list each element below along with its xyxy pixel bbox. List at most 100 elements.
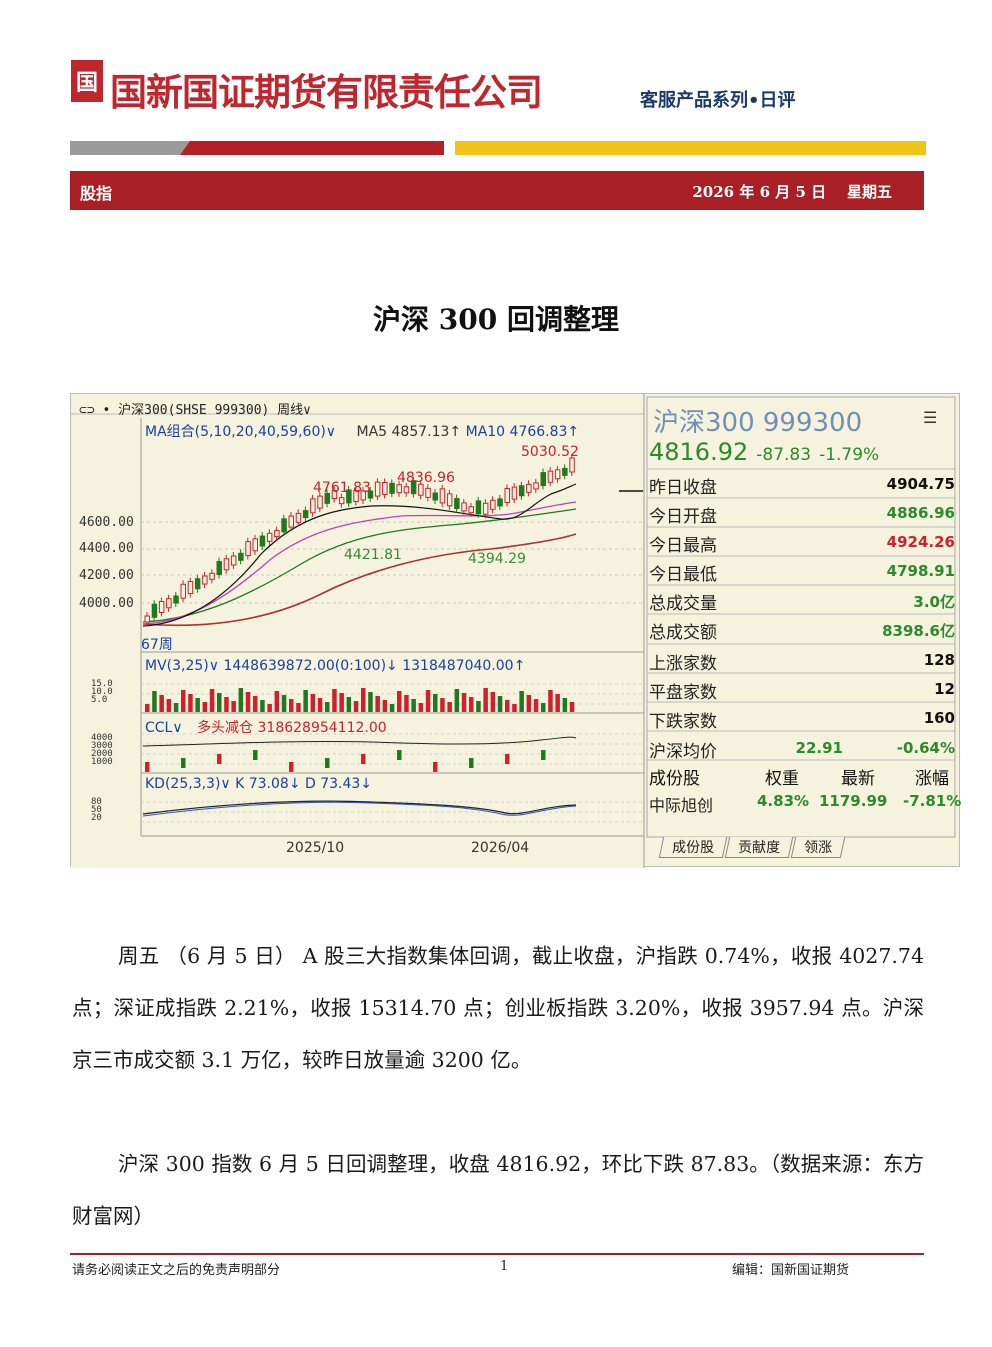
volume-bar: [454, 689, 460, 712]
volume-bar: [447, 702, 452, 712]
stock-panel: ⊂⊃ • 沪深300(SHSE 999300) 周线∨ MA组合(5,10,20…: [70, 393, 961, 868]
candle-body: [317, 495, 323, 509]
page-title: 沪深 300 回调整理: [373, 303, 619, 336]
candle-body: [475, 500, 482, 515]
volume-bar: [411, 699, 416, 712]
candle-body: [310, 498, 316, 514]
candle-body: [468, 506, 474, 514]
quote-row-value: 3.0亿: [913, 593, 955, 611]
volume-bar: [332, 689, 337, 712]
volume-bar: [562, 698, 568, 712]
candle-body: [209, 572, 215, 580]
volume-bar: [425, 690, 431, 712]
volume-bar: [541, 703, 546, 712]
candle-body: [166, 598, 172, 609]
avg-pct: -0.64%: [896, 739, 955, 757]
candle-body: [439, 488, 446, 504]
candle-body: [295, 512, 302, 523]
decor-stripe-yellow: [455, 141, 926, 155]
ccl-bar: [181, 758, 186, 768]
candle-body: [382, 481, 388, 495]
tab-leaders[interactable]: 领涨: [790, 837, 846, 858]
tab-constituents[interactable]: 成份股: [658, 837, 728, 858]
low-label: 4421.81: [344, 547, 402, 563]
chart-toolbar[interactable]: ⊂⊃ • 沪深300(SHSE 999300) 周线∨: [79, 399, 311, 418]
volume-bar: [217, 693, 222, 712]
candle-body: [504, 488, 510, 504]
volume-bar: [274, 691, 280, 712]
candle-body: [432, 492, 438, 501]
quote-row-value: 12: [934, 680, 955, 698]
volume-bar: [159, 695, 164, 712]
volume-bar: [325, 702, 330, 712]
ccl-bar: [217, 754, 222, 764]
candle-body: [526, 483, 532, 493]
volume-bar: [346, 697, 352, 712]
volume-bar: [260, 700, 265, 712]
volume-bar: [461, 693, 467, 712]
ma-combo-label[interactable]: MA组合(5,10,20,40,59,60)∨: [145, 424, 336, 440]
avg-price: 22.91: [795, 739, 843, 757]
volume-bar: [152, 691, 157, 712]
volume-bar: [483, 688, 488, 712]
quote-row-label: 总成交量: [649, 594, 717, 614]
candle-body: [288, 515, 294, 528]
ccl-ticks: 4000 3000 2000 1000: [91, 733, 113, 767]
ccl-bar: [325, 758, 330, 768]
ma10-value: MA10 4766.83↑: [465, 424, 580, 440]
volume-bar: [303, 690, 308, 712]
list-icon[interactable]: ☰: [923, 408, 937, 427]
footer-disclaimer: 请务必阅读正文之后的免责声明部分: [72, 1263, 281, 1278]
tab-contribution[interactable]: 贡献度: [724, 837, 794, 858]
candle-body: [446, 493, 453, 507]
x-tick: 2026/04: [471, 840, 530, 856]
candle-body: [389, 482, 395, 494]
volume-bar: [202, 702, 208, 712]
quote-row-label: 今日最高: [649, 536, 717, 556]
volume-bar: [548, 690, 553, 712]
ccl-bar: [505, 754, 510, 764]
quote-row-value: 8398.6亿: [882, 622, 955, 640]
candle-body: [259, 535, 266, 547]
volume-bar: [497, 696, 503, 712]
candle-body: [274, 530, 280, 538]
quote-row-label: 总成交额: [649, 623, 717, 643]
candle-body: [511, 486, 518, 500]
candle-body: [569, 457, 575, 473]
candle-body: [245, 541, 251, 557]
candle-body: [223, 558, 230, 571]
candle-body: [252, 538, 258, 552]
candle-body: [187, 581, 194, 595]
quote-tabs: 成份股 贡献度 领涨: [658, 837, 846, 858]
y-tick: 4400.00: [79, 541, 134, 556]
ccl-bar: [433, 762, 438, 772]
kd-indicator-label[interactable]: KD(25,3,3)∨ K 73.08↓ D 73.43↓: [145, 776, 372, 792]
ccl-bar: [397, 750, 402, 760]
quote-row-value: 4924.26: [886, 533, 955, 551]
candle-body: [216, 561, 222, 576]
ccl-label[interactable]: CCL∨: [145, 720, 183, 736]
volume-bar: [166, 699, 172, 712]
quote-pct: -1.79%: [819, 445, 880, 465]
volume-bar: [195, 698, 200, 712]
candle-body: [403, 486, 410, 494]
volume-bar: [224, 697, 229, 712]
quote-row-value: 4904.75: [886, 475, 955, 493]
candle-body: [482, 502, 489, 515]
quote-row-value: 4886.96: [886, 504, 955, 522]
section-label: 股指: [80, 184, 113, 203]
volume-bar: [353, 701, 359, 712]
volume-bar: [389, 704, 395, 712]
ccl-bar: [289, 762, 294, 772]
volume-bar: [173, 703, 179, 712]
volume-bar: [512, 704, 517, 712]
decor-stripe-grey: [70, 141, 190, 155]
candle-body: [180, 583, 186, 599]
mv-indicator-label[interactable]: MV(3,25)∨ 1448639872.00(0:100)↓ 13184870…: [145, 658, 525, 674]
ccl-indicator: CCL∨ 多头减仓 318628954112.00: [145, 717, 387, 737]
company-name: 国新国证期货有限责任公司: [110, 71, 543, 114]
ccl-value: 多头减仓 318628954112.00: [197, 720, 387, 736]
volume-bar: [188, 694, 193, 712]
candle-body: [173, 595, 179, 604]
mv-ticks: 15.0 10.0 5.0: [91, 679, 113, 705]
